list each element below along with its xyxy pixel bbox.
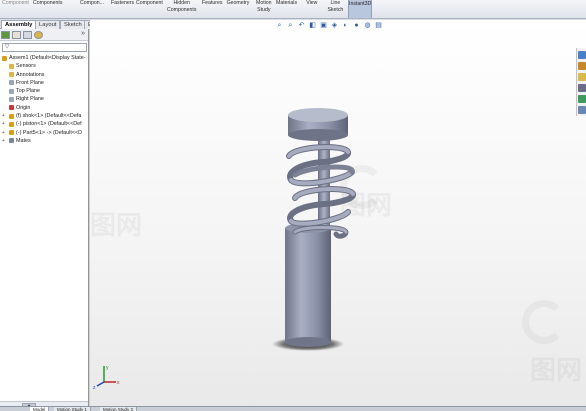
tree-item-label: Mates xyxy=(16,137,31,144)
tree-item-icon xyxy=(9,113,14,119)
ribbon-button-show-hidden-components[interactable]: Show Hidden Components xyxy=(167,0,196,13)
tree-item-icon xyxy=(9,88,14,94)
ribbon-button-insert-components[interactable]: Insert Components xyxy=(33,0,62,7)
tree-item-icon xyxy=(2,55,7,61)
feature-manager-tab-icon[interactable] xyxy=(1,31,10,39)
tree-item-label: Front Plane xyxy=(16,79,44,86)
tree-item[interactable]: + Mates xyxy=(0,137,89,145)
tree-item[interactable]: + (f) shok<1> (Default<<Defa xyxy=(0,112,89,120)
tree-item-icon xyxy=(9,121,14,127)
tree-item[interactable]: Annotations xyxy=(0,71,89,79)
shock-absorber-model[interactable]: y x z xyxy=(90,20,586,406)
expand-toggle-icon[interactable]: + xyxy=(2,112,5,120)
tree-item-label: Origin xyxy=(16,104,31,111)
appearances-icon[interactable] xyxy=(578,95,586,103)
display-manager-tab-icon[interactable] xyxy=(34,31,43,39)
tree-item-label: Sensors xyxy=(16,63,36,70)
command-manager-ribbon: Edit ComponentInsert ComponentsMateLinea… xyxy=(0,0,586,19)
tree-item-icon xyxy=(9,80,14,86)
tab-layout[interactable]: Layout xyxy=(35,20,61,29)
ribbon-button-explode-line-sketch[interactable]: Explode Line Sketch xyxy=(326,0,345,13)
design-library-icon[interactable] xyxy=(578,73,586,81)
reference-triad: y x z xyxy=(93,365,120,391)
expand-toggle-icon[interactable]: + xyxy=(2,120,5,128)
piston-body[interactable] xyxy=(285,223,331,347)
panel-toolbar: » xyxy=(0,29,88,41)
ribbon-button-move-component[interactable]: Move Component xyxy=(136,0,163,7)
tree-item[interactable]: + (-) piston<1> (Default<<Def xyxy=(0,120,89,128)
ribbon-button-edit-component[interactable]: Edit Component xyxy=(2,0,29,7)
axis-label-x: x xyxy=(117,380,120,386)
tree-item-label: Top Plane xyxy=(16,88,40,95)
custom-properties-icon[interactable] xyxy=(578,106,586,114)
tree-item[interactable]: Right Plane xyxy=(0,95,89,103)
ribbon-button-assembly-features[interactable]: Assembly Features xyxy=(201,0,224,7)
tree-filter-input[interactable]: ▽ xyxy=(2,43,87,52)
ribbon-button-bill-of-materials[interactable]: Bill of Materials xyxy=(276,0,297,7)
filter-icon: ▽ xyxy=(5,44,10,50)
panel-expand-icon[interactable]: » xyxy=(81,30,85,37)
ribbon-button-new-motion-study[interactable]: New Motion Study xyxy=(256,0,272,13)
tree-item[interactable]: Origin xyxy=(0,104,89,112)
tree-item-label: (f) shok<1> (Default<<Defa xyxy=(16,113,82,120)
model-tab-model[interactable]: Model xyxy=(30,407,50,411)
tree-item-label: Assem1 (Default<Display State- xyxy=(9,55,86,61)
home-icon[interactable] xyxy=(578,51,586,59)
tree-item-label: (-) piston<1> (Default<<Def xyxy=(16,121,82,128)
tab-assembly[interactable]: Assembly xyxy=(1,20,37,29)
tree-item[interactable]: Front Plane xyxy=(0,79,89,87)
tree-item-icon xyxy=(9,96,14,102)
tree-item-label: (-) Part5<1> -> (Default<<D xyxy=(16,129,83,136)
tree-item[interactable]: Top Plane xyxy=(0,87,89,95)
tab-sketch[interactable]: Sketch xyxy=(60,20,86,29)
ribbon-button-linear-compon[interactable]: Linear Compon... xyxy=(80,0,104,7)
tree-item-icon xyxy=(9,72,14,78)
feature-tree: Assem1 (Default<Display State- Sensors Ann… xyxy=(0,54,89,145)
feature-manager-panel: » ▽ Assem1 (Default<Display State- Sensor… xyxy=(0,29,89,411)
ribbon-button-exploded-view[interactable]: Exploded View xyxy=(301,0,323,7)
tree-item[interactable]: Sensors xyxy=(0,62,89,70)
tree-item-label: Annotations xyxy=(16,71,45,78)
model-tab-motion-study-1[interactable]: Motion Study 1 xyxy=(54,407,92,411)
ribbon-button-smart-fasteners[interactable]: Smart Fasteners xyxy=(111,0,134,7)
top-cap[interactable] xyxy=(288,108,348,141)
tree-item-icon xyxy=(9,63,14,69)
expand-toggle-icon[interactable]: + xyxy=(2,137,5,145)
axis-label-z: z xyxy=(93,385,96,391)
graphics-viewport[interactable]: ⌕ ⌕ ↶ ◧ ▣ ◈ ◐ ● ◍ ▤ 图网 图网 图网 y x z xyxy=(90,20,586,406)
tree-item-label: Right Plane xyxy=(16,96,44,103)
resources-icon[interactable] xyxy=(578,62,586,70)
configuration-manager-tab-icon[interactable] xyxy=(23,31,32,39)
task-pane-tabs xyxy=(576,48,586,116)
property-manager-tab-icon[interactable] xyxy=(12,31,21,39)
ribbon-button-reference-geometry[interactable]: Reference Geometry xyxy=(226,0,250,7)
axis-label-y: y xyxy=(106,365,109,371)
ribbon-button-instant3d[interactable]: Instant3D xyxy=(348,0,373,18)
tree-item-icon xyxy=(9,130,14,136)
tree-item-icon xyxy=(9,138,14,144)
model-tabs-bar: Model Motion Study 1 Motion Study 2 xyxy=(0,406,586,411)
tree-item-icon xyxy=(9,105,14,111)
model-tab-motion-study-2[interactable]: Motion Study 2 xyxy=(100,407,138,411)
coil-spring[interactable] xyxy=(286,144,356,239)
expand-toggle-icon[interactable]: + xyxy=(2,129,5,137)
file-explorer-icon[interactable] xyxy=(578,84,586,92)
tree-item[interactable]: Assem1 (Default<Display State- xyxy=(0,54,89,62)
tree-item[interactable]: + (-) Part5<1> -> (Default<<D xyxy=(0,129,89,137)
